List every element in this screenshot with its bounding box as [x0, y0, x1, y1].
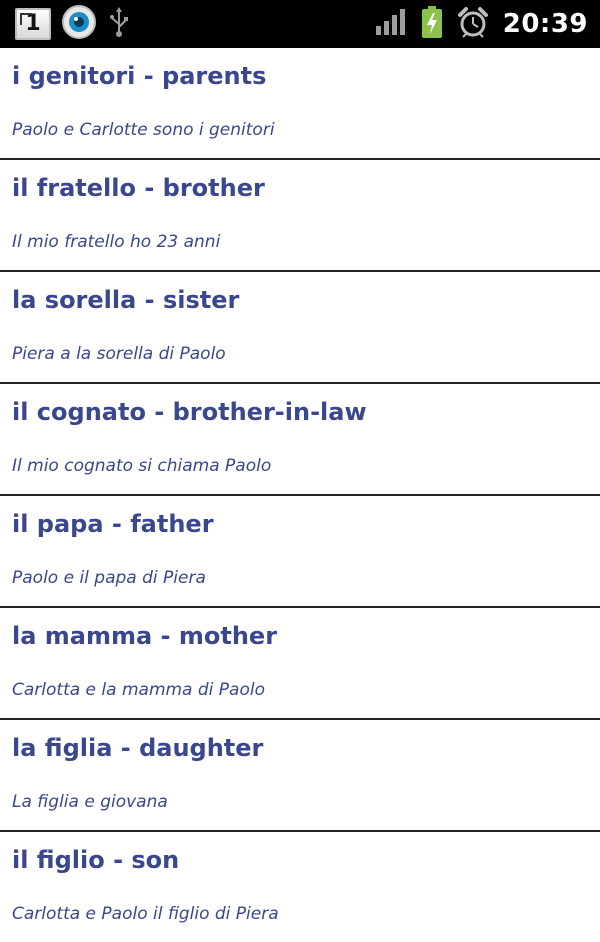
list-item[interactable]: il fratello - brother Il mio fratello ho…: [0, 160, 600, 272]
item-example: Paolo e Carlotte sono i genitori: [12, 120, 275, 140]
item-title: la mamma - mother: [12, 622, 278, 650]
list-item[interactable]: il figlio - son Carlotta e Paolo il figl…: [0, 832, 600, 942]
item-title: i genitori - parents: [12, 62, 267, 90]
alarm-icon: [457, 6, 489, 42]
signal-icon: [375, 8, 407, 40]
camera-lens-icon[interactable]: [61, 4, 97, 44]
usb-icon: [107, 6, 131, 42]
item-title: il papa - father: [12, 510, 214, 538]
item-example: Il mio cognato si chiama Paolo: [12, 456, 272, 476]
item-title: la sorella - sister: [12, 286, 240, 314]
item-title: il cognato - brother-in-law: [12, 398, 367, 426]
list-item[interactable]: il cognato - brother-in-law Il mio cogna…: [0, 384, 600, 496]
list-item[interactable]: i genitori - parents Paolo e Carlotte so…: [0, 48, 600, 160]
status-bar-left: 1: [0, 4, 131, 44]
status-bar-right: 20:39: [375, 5, 600, 43]
item-example: Carlotta e Paolo il figlio di Piera: [12, 904, 279, 924]
item-example: Il mio fratello ho 23 anni: [12, 232, 221, 252]
item-title: il fratello - brother: [12, 174, 265, 202]
status-bar: 1 20:39: [0, 0, 600, 48]
list-item[interactable]: la figlia - daughter La figlia e giovana: [0, 720, 600, 832]
vocabulary-list: i genitori - parents Paolo e Carlotte so…: [0, 48, 600, 942]
notification-count-icon[interactable]: 1: [15, 8, 51, 40]
battery-charging-icon: [421, 5, 443, 43]
list-item[interactable]: il papa - father Paolo e il papa di Pier…: [0, 496, 600, 608]
item-example: Piera a la sorella di Paolo: [12, 344, 226, 364]
item-title: il figlio - son: [12, 846, 180, 874]
notification-count: 1: [25, 11, 41, 36]
list-item[interactable]: la sorella - sister Piera a la sorella d…: [0, 272, 600, 384]
list-item[interactable]: la mamma - mother Carlotta e la mamma di…: [0, 608, 600, 720]
item-example: Carlotta e la mamma di Paolo: [12, 680, 265, 700]
status-clock: 20:39: [502, 9, 588, 39]
item-example: Paolo e il papa di Piera: [12, 568, 206, 588]
item-example: La figlia e giovana: [12, 792, 168, 812]
item-title: la figlia - daughter: [12, 734, 264, 762]
